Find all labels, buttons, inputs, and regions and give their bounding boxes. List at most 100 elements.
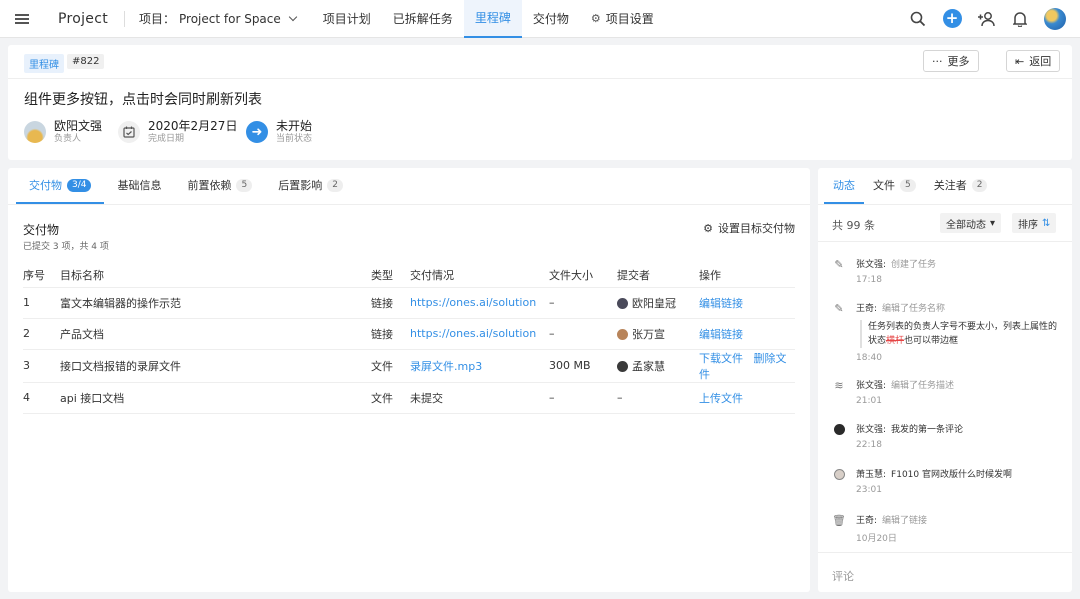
due-date-label: 完成日期 xyxy=(148,134,185,144)
edit-link-button[interactable]: 编辑链接 xyxy=(699,297,743,310)
tab-label: 文件 xyxy=(873,179,895,192)
bell-icon[interactable] xyxy=(1010,9,1030,29)
submitter-name: – xyxy=(617,382,699,414)
file-size: – xyxy=(549,318,617,350)
activity-user: 王奇: xyxy=(856,304,878,314)
type-tag: 里程碑 xyxy=(24,54,64,73)
owner-field[interactable]: 欧阳文强 负责人 xyxy=(24,119,102,145)
due-date-field[interactable]: 2020年2月27日 完成日期 xyxy=(118,119,237,145)
main-panel: 交付物 3/4 基础信息 前置依赖 5 后置影响 2 交付物 已提交 3 项，共… xyxy=(8,168,810,592)
deliverable-name: 富文本编辑器的操作示范 xyxy=(60,287,371,319)
avatar xyxy=(617,328,628,340)
file-size: 300 MB xyxy=(549,349,617,383)
nav-tab-settings-label: 项目设置 xyxy=(605,12,654,26)
column-header: 操作 xyxy=(699,263,795,288)
tab-activity[interactable]: 动态 xyxy=(824,177,864,204)
delivery-status: 未提交 xyxy=(410,382,549,414)
deliverable-link[interactable]: https://ones.ai/solution xyxy=(410,327,536,340)
activity-filter-dropdown[interactable]: 全部动态 ▾ xyxy=(940,213,1002,233)
activity-time: 18:40 xyxy=(856,353,882,363)
tab-deliverables[interactable]: 交付物 3/4 xyxy=(16,177,105,204)
search-icon[interactable] xyxy=(908,9,928,29)
avatar xyxy=(832,467,846,481)
activity-item: 🗑 王奇: 编辑了链接 10月20日 xyxy=(832,513,1062,545)
divider xyxy=(8,78,1072,79)
activity-item: 张文强: 我发的第一条评论 22:18 xyxy=(832,422,1062,450)
count-badge: 2 xyxy=(971,178,988,192)
arrow-right-icon: ➜ xyxy=(246,121,268,143)
gear-icon: ⚙ xyxy=(703,221,713,235)
tab-label: 基础信息 xyxy=(117,179,162,192)
tab-label: 前置依赖 xyxy=(187,179,232,192)
tab-predecessors[interactable]: 前置依赖 5 xyxy=(174,177,265,204)
tab-label: 后置影响 xyxy=(278,179,323,192)
activity-time: 21:01 xyxy=(856,396,882,406)
nav-tab-milestone[interactable]: 里程碑 xyxy=(463,0,522,38)
tab-label: 动态 xyxy=(833,179,855,192)
deliverable-link[interactable]: https://ones.ai/solution xyxy=(410,296,536,309)
submitter-name: 欧阳皇冠 xyxy=(632,296,676,310)
column-header: 序号 xyxy=(23,263,60,288)
column-header: 类型 xyxy=(371,263,410,288)
menu-icon[interactable] xyxy=(0,0,44,38)
add-circle-icon[interactable]: + xyxy=(942,9,962,29)
row-number: 2 xyxy=(23,318,60,350)
column-header: 文件大小 xyxy=(549,263,617,288)
count-badge: 5 xyxy=(236,178,253,192)
tab-files[interactable]: 文件 5 xyxy=(864,177,925,204)
count-badge: 5 xyxy=(900,178,916,192)
comment-text: 我发的第一条评论 xyxy=(891,425,964,435)
comment-input[interactable]: 评论 xyxy=(832,568,854,584)
file-size: – xyxy=(549,382,617,414)
avatar xyxy=(24,121,46,143)
section-title: 交付物 xyxy=(23,223,60,237)
nav-tab-plan[interactable]: 项目计划 xyxy=(312,0,382,38)
detail-tabs: 交付物 3/4 基础信息 前置依赖 5 后置影响 2 xyxy=(8,168,810,205)
quote-text: 也可以带边框 xyxy=(904,336,959,346)
deliverable-file[interactable]: 录屏文件.mp3 xyxy=(410,360,482,373)
deliverable-type: 链接 xyxy=(371,318,410,350)
status-field[interactable]: ➜ 未开始 当前状态 xyxy=(246,119,312,145)
set-target-button[interactable]: ⚙ 设置目标交付物 xyxy=(703,220,795,236)
section-subtitle: 已提交 3 项，共 4 项 xyxy=(23,242,109,252)
sort-button[interactable]: 排序 ⇅ xyxy=(1012,213,1057,233)
submitter-name: 孟家慧 xyxy=(632,359,665,373)
nav-tab-tasks[interactable]: 已拆解任务 xyxy=(382,0,464,38)
tab-followers[interactable]: 关注者 2 xyxy=(925,177,997,204)
caret-down-icon: ▾ xyxy=(990,217,996,229)
owner-name: 欧阳文强 xyxy=(54,119,103,133)
activity-action: 编辑了链接 xyxy=(882,516,928,526)
edit-icon: ✎ xyxy=(834,257,844,271)
back-button[interactable]: ⇤ 返回 xyxy=(1006,50,1061,72)
more-button[interactable]: ··· 更多 xyxy=(923,50,979,72)
activity-action: 创建了任务 xyxy=(891,260,937,270)
activity-time: 23:01 xyxy=(856,485,882,495)
milestone-header: 里程碑 #822 ··· 更多 ⇤ 返回 组件更多按钮，点击时会同时刷新列表 欧… xyxy=(8,45,1072,160)
activity-user: 王奇: xyxy=(856,516,878,526)
table-row: 3 接口文档报错的录屏文件 文件 录屏文件.mp3 300 MB 孟家慧 下载文… xyxy=(23,349,795,383)
nav-tab-settings[interactable]: ⚙ 项目设置 xyxy=(580,0,665,38)
submitter-name: 张万宣 xyxy=(632,327,665,341)
more-label: 更多 xyxy=(947,55,970,68)
avatar[interactable] xyxy=(1044,7,1066,30)
upload-file-button[interactable]: 上传文件 xyxy=(699,392,743,405)
download-file-button[interactable]: 下载文件 xyxy=(699,352,743,365)
nav-tab-deliverables[interactable]: 交付物 xyxy=(522,0,580,38)
activity-user: 张文强: xyxy=(856,260,887,270)
activity-time: 17:18 xyxy=(856,275,882,285)
activity-panel: 动态 文件 5 关注者 2 共 99 条 全部动态 ▾ 排序 ⇅ ✎ 张文强: 创… xyxy=(818,168,1072,592)
project-name: Project for Space xyxy=(179,11,281,26)
table-row: 2 产品文档 链接 https://ones.ai/solution – 张万宣… xyxy=(23,318,795,350)
edit-link-button[interactable]: 编辑链接 xyxy=(699,328,743,341)
submitter: 欧阳皇冠 xyxy=(617,287,699,319)
sort-label: 排序 xyxy=(1018,219,1038,231)
id-tag: #822 xyxy=(67,54,105,69)
project-selector[interactable]: 项目： Project for Space xyxy=(139,10,298,27)
count-badge: 3/4 xyxy=(67,178,92,192)
tab-successors[interactable]: 后置影响 2 xyxy=(265,177,356,204)
brand-title: Project xyxy=(58,10,108,27)
table-row: 1 富文本编辑器的操作示范 链接 https://ones.ai/solutio… xyxy=(23,287,795,319)
add-member-icon[interactable] xyxy=(976,9,996,29)
tab-basic-info[interactable]: 基础信息 xyxy=(104,177,174,204)
deliverable-type: 链接 xyxy=(371,287,410,319)
